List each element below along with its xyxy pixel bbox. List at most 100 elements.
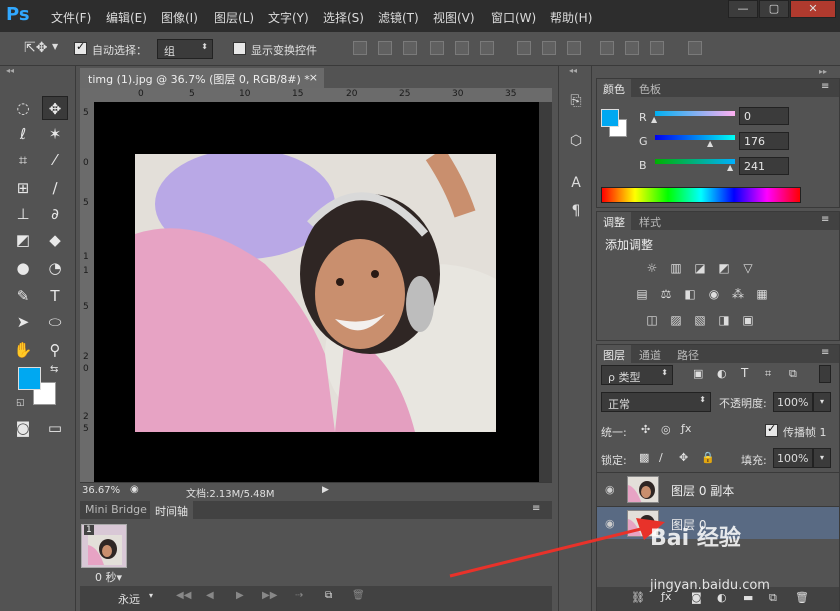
paragraph-icon[interactable]: ¶ xyxy=(565,200,587,222)
green-slider[interactable] xyxy=(655,135,735,140)
blue-value-input[interactable]: 241 xyxy=(739,157,789,175)
tab-styles[interactable]: 样式 xyxy=(633,212,667,230)
lock-all-icon[interactable]: 🔒 xyxy=(701,451,715,464)
tab-channels[interactable]: 通道 xyxy=(633,345,667,363)
delete-frame-icon[interactable]: 🗑 xyxy=(352,590,365,601)
3d-cube-icon[interactable]: ⬡ xyxy=(565,130,587,152)
menu-help[interactable]: 帮助(H) xyxy=(550,9,592,26)
menu-file[interactable]: 文件(F) xyxy=(51,9,91,26)
tween-icon[interactable]: ⇢ xyxy=(295,590,303,601)
filter-smart-object-icon[interactable]: ⧉ xyxy=(789,367,797,381)
maximize-button[interactable]: ▢ xyxy=(759,0,789,18)
unify-visibility-icon[interactable]: ◎ xyxy=(661,423,671,436)
red-value-input[interactable]: 0 xyxy=(739,107,789,125)
history-icon[interactable]: ⎘ xyxy=(565,90,587,112)
menu-filter[interactable]: 滤镜(T) xyxy=(378,9,419,26)
swap-colors-icon[interactable]: ⇆ xyxy=(50,364,58,375)
opacity-dropdown-icon[interactable]: ▾ xyxy=(813,392,831,412)
prev-frame-icon[interactable]: ◀ xyxy=(206,590,214,601)
distribute-left-icon[interactable] xyxy=(600,41,614,55)
move-tool-icon[interactable]: ⇱✥ xyxy=(24,40,47,56)
slider-handle-icon[interactable]: ▲ xyxy=(651,115,657,124)
levels-icon[interactable]: ▥ xyxy=(667,260,685,276)
type-tool-icon[interactable]: T xyxy=(42,284,68,308)
vibrance-icon[interactable]: ▽ xyxy=(739,260,757,276)
distribute-right-icon[interactable] xyxy=(650,41,664,55)
tab-mini-bridge[interactable]: Mini Bridge xyxy=(80,501,152,519)
eyedropper-tool-icon[interactable]: ⁄ xyxy=(42,148,68,172)
selective-color-icon[interactable]: ▣ xyxy=(739,312,757,328)
panel-menu-icon[interactable]: ≡ xyxy=(821,347,829,358)
move-tool-icon[interactable]: ✥ xyxy=(42,96,68,120)
green-value-input[interactable]: 176 xyxy=(739,132,789,150)
align-right-icon[interactable] xyxy=(480,41,494,55)
distribute-top-icon[interactable] xyxy=(517,41,531,55)
color-balance-icon[interactable]: ⚖ xyxy=(657,286,675,302)
auto-align-icon[interactable] xyxy=(688,41,702,55)
distribute-bottom-icon[interactable] xyxy=(567,41,581,55)
tab-paths[interactable]: 路径 xyxy=(671,345,705,363)
tab-color[interactable]: 颜色 xyxy=(597,79,631,97)
propagate-frame-checkbox[interactable] xyxy=(765,422,778,437)
slider-handle-icon[interactable]: ▲ xyxy=(707,139,713,148)
menu-window[interactable]: 窗口(W) xyxy=(491,9,536,26)
clone-stamp-tool-icon[interactable]: ⊥ xyxy=(10,202,36,226)
crop-tool-icon[interactable]: ⌗ xyxy=(10,148,36,172)
ellipse-tool-icon[interactable]: ⬭ xyxy=(42,310,68,334)
align-left-icon[interactable] xyxy=(430,41,444,55)
filter-toggle[interactable] xyxy=(819,365,831,383)
chevron-down-icon[interactable]: ▼ xyxy=(52,42,58,51)
loop-option[interactable]: 永远 xyxy=(118,591,140,607)
menu-layer[interactable]: 图层(L) xyxy=(214,9,254,26)
red-slider[interactable] xyxy=(655,111,735,116)
hand-tool-icon[interactable]: ✋ xyxy=(10,338,36,362)
play-arrow-icon[interactable]: ▶ xyxy=(322,485,329,495)
unify-position-icon[interactable]: ✣ xyxy=(641,423,650,436)
chevron-down-icon[interactable]: ▾ xyxy=(149,591,153,600)
eraser-tool-icon[interactable]: ◩ xyxy=(10,228,36,252)
black-white-icon[interactable]: ◧ xyxy=(681,286,699,302)
photo-filter-icon[interactable]: ◉ xyxy=(705,286,723,302)
blue-slider[interactable] xyxy=(655,159,735,164)
show-transform-checkbox[interactable] xyxy=(233,42,246,55)
filter-type-icon[interactable]: T xyxy=(741,366,748,380)
channel-mixer-icon[interactable]: ⁂ xyxy=(729,286,747,302)
magic-wand-tool-icon[interactable]: ✶ xyxy=(42,122,68,146)
visibility-eye-icon[interactable]: ◉ xyxy=(605,483,615,496)
new-frame-icon[interactable]: ⧉ xyxy=(325,590,332,601)
align-vcenter-icon[interactable] xyxy=(378,41,392,55)
screen-mode-icon[interactable]: ▭ xyxy=(42,416,68,440)
next-frame-icon[interactable]: ▶▶ xyxy=(262,590,277,601)
close-window-button[interactable]: ✕ xyxy=(790,0,836,18)
quick-mask-icon[interactable]: ◙ xyxy=(10,416,36,440)
menu-select[interactable]: 选择(S) xyxy=(323,9,364,26)
zoom-level[interactable]: 36.67% xyxy=(82,485,120,496)
delete-layer-icon[interactable]: 🗑 xyxy=(795,591,809,604)
brightness-contrast-icon[interactable]: ☼ xyxy=(643,260,661,276)
pen-tool-icon[interactable]: ✎ xyxy=(10,284,36,308)
color-spectrum-bar[interactable] xyxy=(601,187,801,203)
lock-transparent-icon[interactable]: ▩ xyxy=(639,451,649,464)
collapse-arrows-icon[interactable]: ◂◂ xyxy=(6,66,14,75)
distribute-vcenter-icon[interactable] xyxy=(542,41,556,55)
close-tab-icon[interactable]: × xyxy=(309,71,318,84)
filter-adjustment-icon[interactable]: ◐ xyxy=(717,367,727,380)
link-layers-icon[interactable]: ⛓ xyxy=(631,591,645,604)
filter-shape-icon[interactable]: ⌗ xyxy=(765,367,771,381)
align-top-icon[interactable] xyxy=(353,41,367,55)
minimize-button[interactable]: — xyxy=(728,0,758,18)
path-selection-tool-icon[interactable]: ➤ xyxy=(10,310,36,334)
play-icon[interactable]: ▶ xyxy=(236,590,244,601)
tab-swatches[interactable]: 色板 xyxy=(633,79,667,97)
brush-tool-icon[interactable]: ∕ xyxy=(42,176,68,200)
menu-view[interactable]: 视图(V) xyxy=(433,9,475,26)
lock-image-icon[interactable]: ∕ xyxy=(659,451,663,464)
status-icon[interactable]: ◉ xyxy=(130,484,139,495)
filter-pixel-icon[interactable]: ▣ xyxy=(693,367,703,380)
foreground-color-swatch[interactable] xyxy=(18,367,41,390)
unify-style-icon[interactable]: ƒx xyxy=(681,422,691,435)
history-brush-tool-icon[interactable]: ∂ xyxy=(42,202,68,226)
curves-icon[interactable]: ◪ xyxy=(691,260,709,276)
auto-select-checkbox[interactable] xyxy=(74,40,87,55)
menu-image[interactable]: 图像(I) xyxy=(161,9,198,26)
